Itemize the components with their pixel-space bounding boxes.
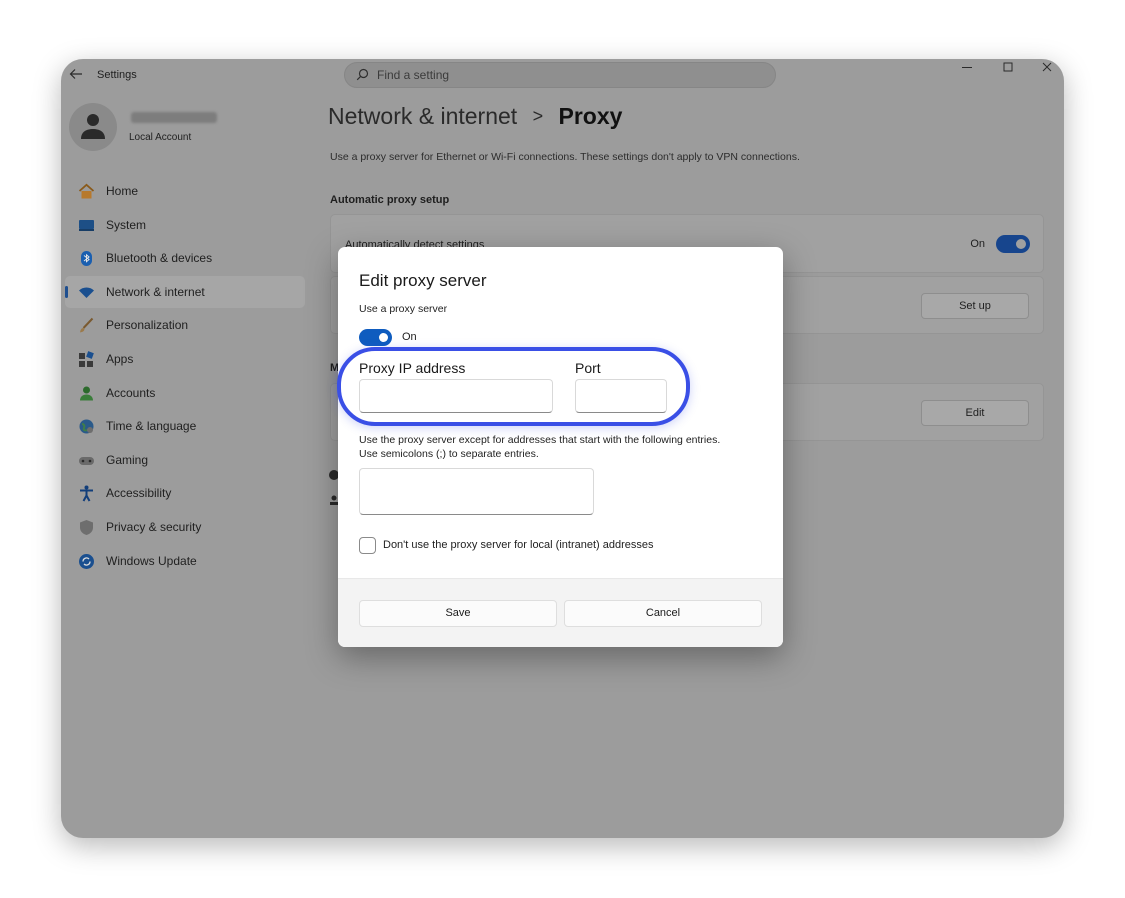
breadcrumb-separator-icon: >: [532, 106, 544, 126]
use-proxy-label: Use a proxy server: [359, 303, 448, 315]
profile-card[interactable]: Local Account: [69, 103, 309, 161]
person-icon: [78, 385, 95, 402]
breadcrumb-parent[interactable]: Network & internet: [328, 103, 517, 129]
exceptions-input[interactable]: [359, 468, 594, 515]
sidebar-item-system[interactable]: System: [65, 209, 305, 241]
edit-button[interactable]: Edit: [921, 400, 1029, 426]
person-icon: [81, 114, 105, 139]
sidebar-item-time-language[interactable]: Time & language: [65, 410, 305, 442]
gamepad-icon: [78, 452, 95, 469]
sidebar-item-accounts[interactable]: Accounts: [65, 377, 305, 409]
port-label: Port: [575, 360, 601, 376]
back-arrow-icon[interactable]: [68, 66, 86, 84]
sidebar-item-accessibility[interactable]: Accessibility: [65, 477, 305, 509]
shield-icon: [78, 519, 95, 536]
sidebar-nav: Home System Bluetooth & devices Network …: [61, 175, 305, 578]
update-icon: [78, 553, 95, 570]
search-icon: [356, 68, 370, 82]
edit-proxy-dialog: Edit proxy server Use a proxy server On …: [338, 247, 783, 647]
setup-button[interactable]: Set up: [921, 293, 1029, 319]
selection-indicator: [65, 285, 68, 298]
dialog-title: Edit proxy server: [359, 271, 487, 290]
breadcrumb: Network & internet > Proxy: [328, 103, 622, 130]
search-placeholder: Find a setting: [377, 68, 450, 82]
local-addresses-label: Don't use the proxy server for local (in…: [383, 539, 654, 551]
system-icon: [78, 217, 95, 234]
auto-detect-state: On: [970, 238, 985, 250]
local-addresses-checkbox[interactable]: [359, 537, 376, 554]
brush-icon: [78, 317, 95, 334]
sidebar-item-personalization[interactable]: Personalization: [65, 309, 305, 341]
sidebar-item-windows-update[interactable]: Windows Update: [65, 545, 305, 577]
home-icon: [78, 183, 95, 200]
avatar: [69, 103, 117, 151]
bluetooth-icon: [78, 250, 95, 267]
dialog-footer: Save Cancel: [338, 578, 783, 647]
search-input[interactable]: Find a setting: [344, 62, 776, 88]
automatic-section-title: Automatic proxy setup: [330, 194, 450, 206]
close-button[interactable]: [1032, 59, 1062, 79]
save-button[interactable]: Save: [359, 600, 557, 627]
auto-detect-toggle[interactable]: [996, 235, 1030, 253]
exceptions-line-2: Use semicolons (;) to separate entries.: [359, 448, 539, 460]
minimize-button[interactable]: [952, 59, 982, 79]
cancel-button[interactable]: Cancel: [564, 600, 762, 627]
globe-icon: [78, 418, 95, 435]
sidebar-item-bluetooth[interactable]: Bluetooth & devices: [65, 242, 305, 274]
exceptions-line-1: Use the proxy server except for addresse…: [359, 434, 721, 446]
proxy-ip-input[interactable]: [359, 379, 553, 413]
sidebar-item-home[interactable]: Home: [65, 175, 305, 207]
proxy-ip-label: Proxy IP address: [359, 360, 466, 376]
sidebar-item-apps[interactable]: Apps: [65, 343, 305, 375]
account-type: Local Account: [129, 132, 192, 143]
user-name-blurred: [131, 112, 217, 123]
page-title: Proxy: [558, 103, 623, 129]
sidebar-item-privacy[interactable]: Privacy & security: [65, 511, 305, 543]
sidebar-item-gaming[interactable]: Gaming: [65, 444, 305, 476]
exceptions-description: Use the proxy server except for addresse…: [359, 433, 720, 461]
port-input[interactable]: [575, 379, 667, 413]
wifi-icon: [78, 284, 95, 301]
maximize-button[interactable]: [993, 59, 1023, 79]
page-description: Use a proxy server for Ethernet or Wi-Fi…: [330, 151, 800, 163]
apps-icon: [78, 351, 95, 368]
accessibility-icon: [78, 485, 95, 502]
sidebar-item-network[interactable]: Network & internet: [65, 275, 305, 308]
use-proxy-state: On: [402, 331, 417, 343]
title-bar: Settings Find a setting: [61, 59, 1064, 93]
use-proxy-toggle[interactable]: [359, 329, 392, 346]
app-title: Settings: [97, 69, 137, 81]
